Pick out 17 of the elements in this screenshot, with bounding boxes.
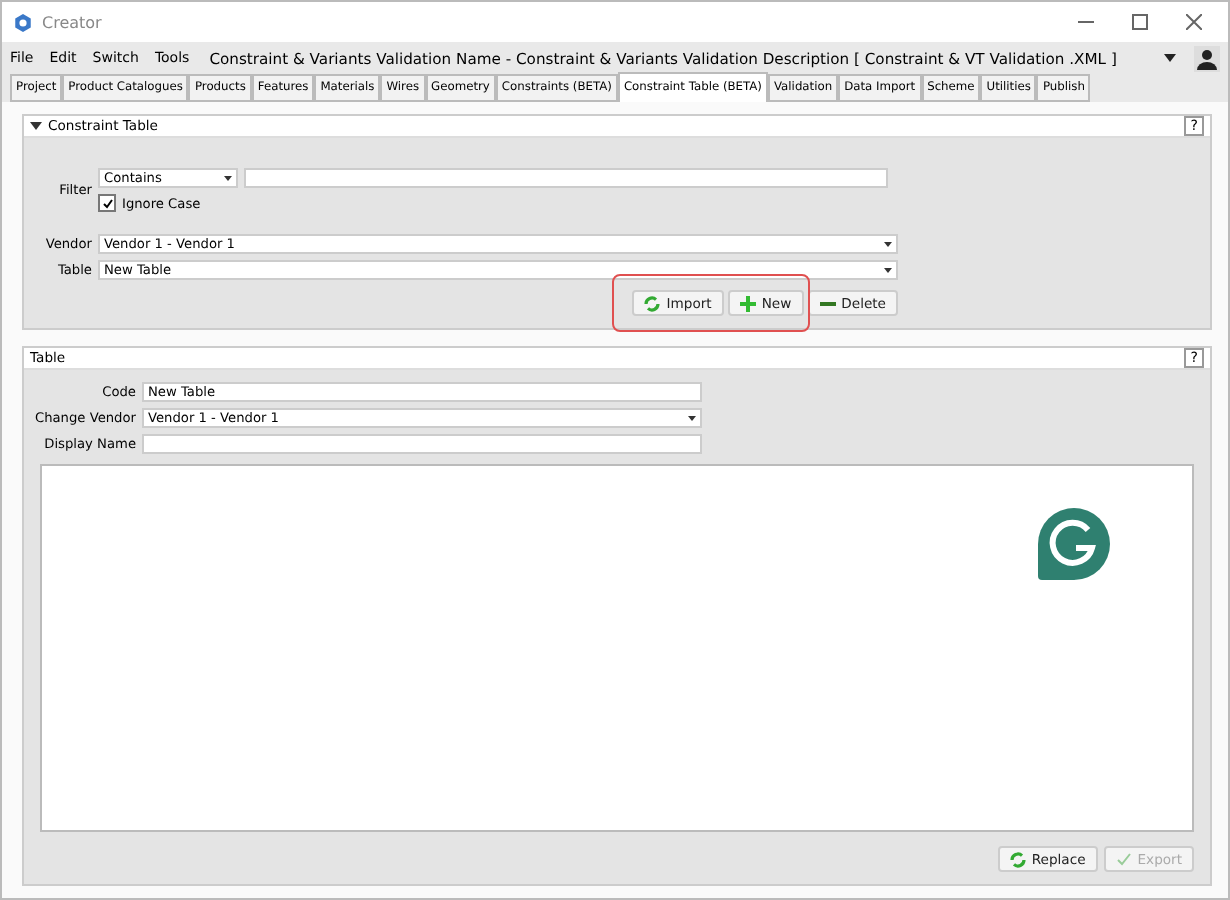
refresh-icon — [644, 295, 661, 311]
dropdown-caret-icon[interactable] — [1162, 50, 1178, 66]
user-icon[interactable] — [1194, 45, 1220, 71]
close-icon[interactable] — [1186, 14, 1202, 30]
checkmark-icon — [1115, 851, 1132, 867]
app-icon — [14, 13, 32, 31]
assistant-badge-icon — [1036, 506, 1112, 582]
filter-input[interactable] — [244, 168, 888, 188]
display-name-input[interactable] — [142, 434, 702, 454]
maximize-icon[interactable] — [1132, 14, 1148, 30]
window-title: Creator — [42, 13, 104, 31]
dropdown-caret-icon[interactable] — [220, 170, 236, 186]
plus-icon — [739, 295, 756, 311]
ignore-case-checkbox[interactable] — [98, 194, 116, 212]
dropdown-caret-icon[interactable] — [684, 410, 700, 426]
collapse-caret-icon[interactable] — [30, 120, 42, 132]
refresh-icon — [1009, 851, 1026, 867]
